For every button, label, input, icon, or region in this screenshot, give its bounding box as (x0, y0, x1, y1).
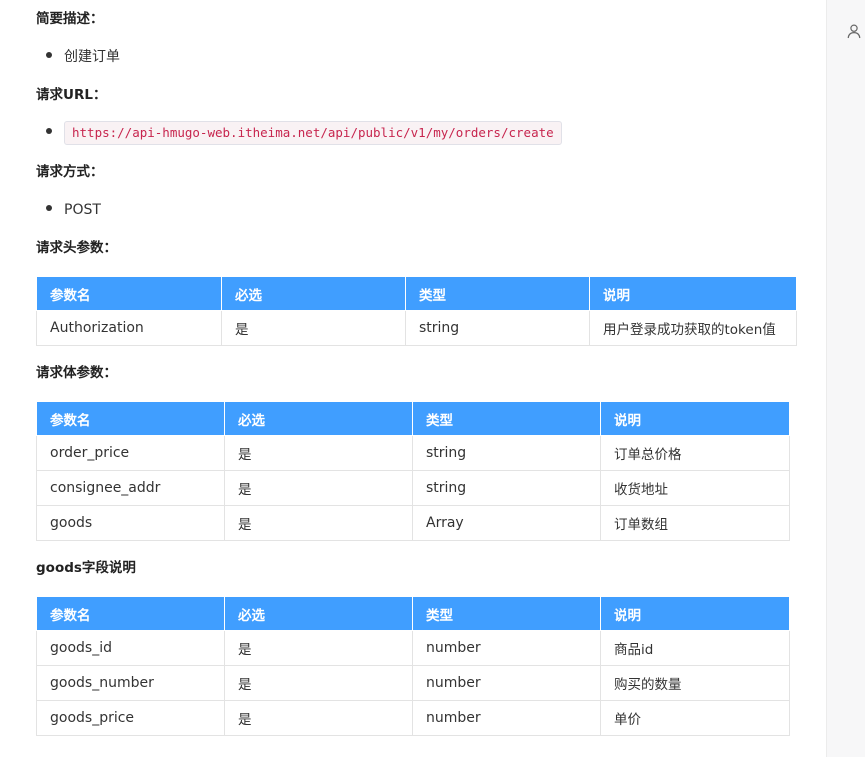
desc-cell: 商品id (600, 630, 790, 666)
method-title: 请求方式： (36, 164, 104, 180)
desc-cell: 用户登录成功获取的token值 (589, 310, 797, 346)
user-icon[interactable] (846, 23, 862, 39)
table-header-row: 参数名 必选 类型 说明 (36, 596, 790, 631)
param-name-cell: Authorization (36, 310, 222, 346)
param-name-cell: goods_number (36, 665, 225, 701)
table-header-row: 参数名 必选 类型 说明 (36, 276, 797, 311)
column-header: 参数名 (36, 401, 225, 436)
header-params-table: 参数名 必选 类型 说明 Authorization 是 string 用户登录… (36, 276, 797, 346)
param-name-cell: goods (36, 505, 225, 541)
param-name-cell: goods_price (36, 700, 225, 736)
description-item: 创建订单 (46, 47, 120, 67)
table-row: consignee_addr 是 string 收货地址 (36, 470, 790, 506)
url-title: 请求URL： (36, 87, 107, 103)
column-header: 必选 (224, 596, 413, 631)
column-header: 参数名 (36, 276, 222, 311)
table-row: order_price 是 string 订单总价格 (36, 435, 790, 471)
param-name-cell: consignee_addr (36, 470, 225, 506)
goods-fields-title: goods字段说明 (36, 560, 136, 576)
bullet-dot (46, 128, 52, 134)
table-row: goods 是 Array 订单数组 (36, 505, 790, 541)
type-cell: Array (412, 505, 601, 541)
body-params-table: 参数名 必选 类型 说明 order_price 是 string 订单总价格 … (36, 401, 790, 541)
param-name-cell: goods_id (36, 630, 225, 666)
required-cell: 是 (224, 505, 413, 541)
desc-cell: 订单数组 (600, 505, 790, 541)
required-cell: 是 (224, 470, 413, 506)
bullet-dot (46, 205, 52, 211)
type-cell: number (412, 630, 601, 666)
desc-cell: 单价 (600, 700, 790, 736)
doc-page: 简要描述： 创建订单 请求URL： https://api-hmugo-web.… (0, 0, 865, 757)
table-header-row: 参数名 必选 类型 说明 (36, 401, 790, 436)
table-row: goods_price 是 number 单价 (36, 700, 790, 736)
request-url-code[interactable]: https://api-hmugo-web.itheima.net/api/pu… (64, 121, 562, 145)
column-header: 必选 (224, 401, 413, 436)
table-row: goods_id 是 number 商品id (36, 630, 790, 666)
column-header: 说明 (589, 276, 797, 311)
required-cell: 是 (224, 700, 413, 736)
column-header: 类型 (412, 401, 601, 436)
type-cell: number (412, 665, 601, 701)
description-title: 简要描述： (36, 11, 104, 27)
required-cell: 是 (224, 435, 413, 471)
column-header: 说明 (600, 401, 790, 436)
type-cell: number (412, 700, 601, 736)
doc-content: 简要描述： 创建订单 请求URL： https://api-hmugo-web.… (0, 0, 826, 757)
body-params-title: 请求体参数： (36, 365, 117, 381)
required-cell: 是 (221, 310, 406, 346)
desc-cell: 购买的数量 (600, 665, 790, 701)
column-header: 必选 (221, 276, 406, 311)
required-cell: 是 (224, 665, 413, 701)
desc-cell: 收货地址 (600, 470, 790, 506)
url-item: https://api-hmugo-web.itheima.net/api/pu… (46, 121, 562, 145)
column-header: 类型 (412, 596, 601, 631)
type-cell: string (405, 310, 590, 346)
column-header: 类型 (405, 276, 590, 311)
desc-cell: 订单总价格 (600, 435, 790, 471)
table-row: Authorization 是 string 用户登录成功获取的token值 (36, 310, 797, 346)
type-cell: string (412, 470, 601, 506)
table-row: goods_number 是 number 购买的数量 (36, 665, 790, 701)
goods-fields-table: 参数名 必选 类型 说明 goods_id 是 number 商品id good… (36, 596, 790, 736)
column-header: 说明 (600, 596, 790, 631)
header-params-title: 请求头参数： (36, 240, 117, 256)
right-toolbar (826, 0, 865, 757)
bullet-dot (46, 52, 52, 58)
column-header: 参数名 (36, 596, 225, 631)
param-name-cell: order_price (36, 435, 225, 471)
method-item: POST (46, 200, 101, 220)
type-cell: string (412, 435, 601, 471)
required-cell: 是 (224, 630, 413, 666)
